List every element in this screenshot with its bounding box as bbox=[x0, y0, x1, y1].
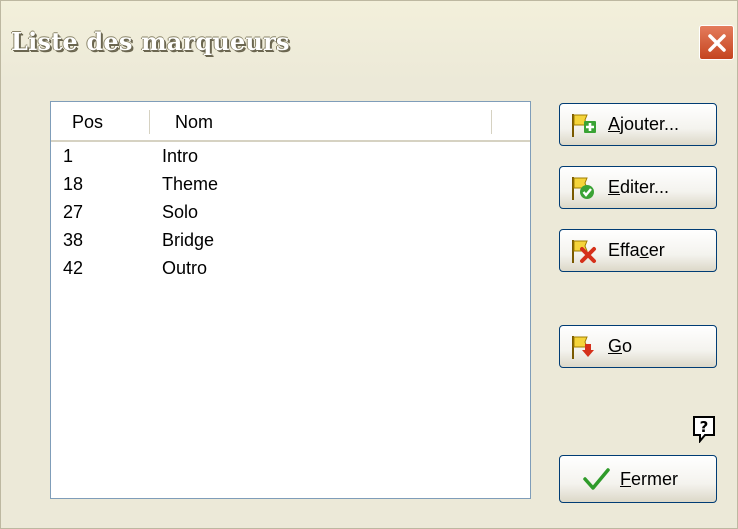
flag-check-icon bbox=[572, 176, 594, 200]
close-icon bbox=[707, 33, 726, 52]
delete-label-post: er bbox=[648, 240, 665, 260]
row-nom: Bridge bbox=[162, 230, 215, 250]
list-row[interactable]: 42 Outro bbox=[51, 254, 530, 282]
delete-button[interactable]: Effacer bbox=[559, 229, 717, 272]
column-header-nom[interactable]: Nom bbox=[175, 102, 213, 140]
delete-label-key: c bbox=[639, 240, 649, 260]
close-label-post: ermer bbox=[631, 468, 679, 489]
close-label-key: F bbox=[620, 468, 631, 489]
close-button[interactable] bbox=[699, 25, 734, 60]
add-label-post: jouter... bbox=[620, 114, 680, 134]
window-title: Liste des marqueurs bbox=[11, 27, 290, 56]
list-row[interactable]: 27 Solo bbox=[51, 198, 530, 226]
go-label-key: G bbox=[608, 336, 623, 356]
edit-label-key: E bbox=[608, 177, 621, 197]
list-row[interactable]: 1 Intro bbox=[51, 142, 530, 170]
list-row[interactable]: 18 Theme bbox=[51, 170, 530, 198]
flag-add-icon bbox=[572, 113, 596, 137]
list-row[interactable]: 38 Bridge bbox=[51, 226, 530, 254]
svg-text:?: ? bbox=[700, 418, 709, 436]
go-label-post: o bbox=[622, 336, 633, 356]
row-nom: Theme bbox=[162, 174, 219, 194]
marker-list[interactable]: Pos Nom 1 Intro 18 Theme 27 Solo 38 Brid… bbox=[50, 101, 531, 499]
delete-label-pre: Effa bbox=[608, 240, 640, 260]
go-button[interactable]: Go bbox=[559, 325, 717, 368]
help-icon[interactable]: ? bbox=[691, 415, 717, 443]
add-label-key: A bbox=[608, 114, 621, 134]
column-divider[interactable] bbox=[149, 110, 150, 134]
checkmark-icon bbox=[583, 468, 610, 490]
row-pos: 1 bbox=[63, 146, 74, 166]
add-button[interactable]: Ajouter... bbox=[559, 103, 717, 146]
edit-label-post: diter... bbox=[620, 177, 670, 197]
row-pos: 27 bbox=[63, 202, 84, 222]
title-bar[interactable]: Liste des marqueurs bbox=[1, 1, 737, 81]
row-nom: Solo bbox=[162, 202, 199, 222]
column-divider[interactable] bbox=[491, 110, 492, 134]
flag-delete-icon bbox=[572, 239, 596, 263]
close-dialog-button[interactable]: Fermer bbox=[559, 455, 717, 503]
row-pos: 42 bbox=[63, 258, 84, 278]
row-nom: Outro bbox=[162, 258, 208, 278]
row-pos: 38 bbox=[63, 230, 84, 250]
row-nom: Intro bbox=[162, 146, 199, 166]
row-pos: 18 bbox=[63, 174, 84, 194]
edit-button[interactable]: Editer... bbox=[559, 166, 717, 209]
flag-go-icon bbox=[572, 335, 594, 359]
column-header-pos[interactable]: Pos bbox=[72, 102, 103, 140]
marker-list-dialog: Liste des marqueurs Pos Nom 1 Intro 18 T… bbox=[0, 0, 738, 529]
list-header: Pos Nom bbox=[51, 102, 530, 142]
